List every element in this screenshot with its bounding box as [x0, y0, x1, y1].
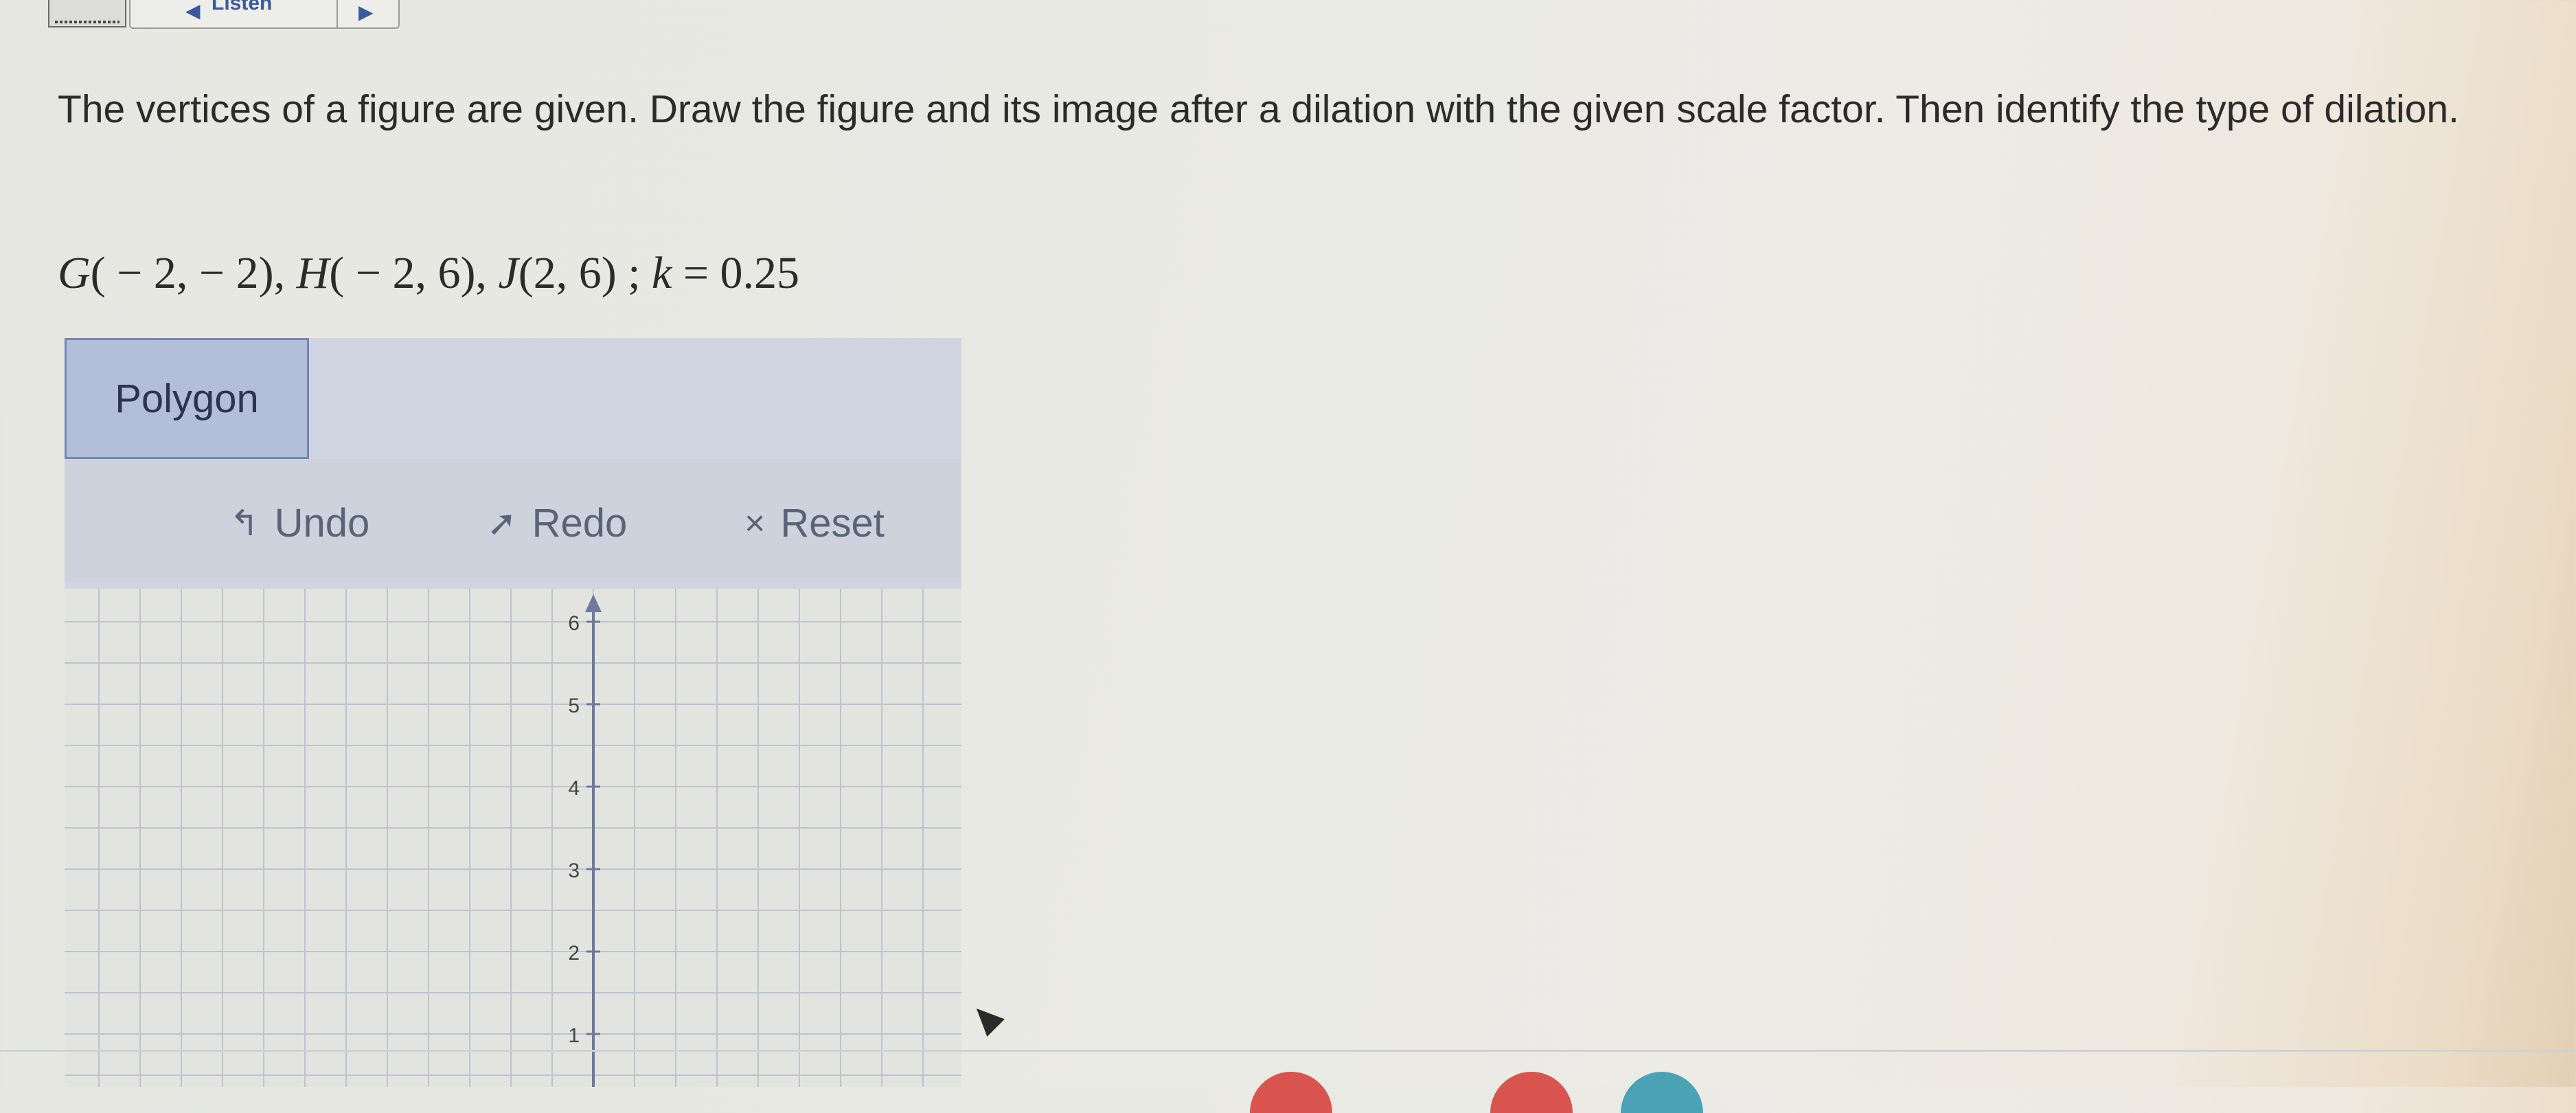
- coordinate-grid[interactable]: 6 5 4 3 2 1: [65, 589, 961, 1087]
- graph-actions-row: ↰ Undo ➚ Redo × Reset: [65, 459, 961, 583]
- mouse-cursor-icon: [968, 1000, 1005, 1037]
- listen-label: Listen: [212, 0, 273, 14]
- y-axis-tick-label: 6: [568, 612, 580, 635]
- speaker-icon: ◀: [185, 0, 201, 21]
- vertex-j-label: J: [498, 248, 518, 298]
- vertex-j-coords: (2, 6) ;: [518, 248, 652, 298]
- toolbar-menu-button[interactable]: [48, 0, 126, 27]
- redo-button[interactable]: ➚ Redo: [487, 500, 627, 546]
- vertex-h-label: H: [296, 248, 330, 298]
- undo-button[interactable]: ↰ Undo: [229, 500, 369, 546]
- reset-label: Reset: [780, 501, 885, 546]
- bottom-red-indicator: [1250, 1072, 1332, 1113]
- graph-tool-panel: Polygon ↰ Undo ➚ Redo × Reset: [65, 338, 961, 589]
- reset-button[interactable]: × Reset: [744, 500, 885, 546]
- question-prompt: The vertices of a figure are given. Draw…: [58, 87, 2459, 131]
- listen-divider: [337, 0, 338, 27]
- y-axis-tick-label: 2: [568, 942, 580, 965]
- y-axis-tick-label: 1: [568, 1024, 580, 1047]
- scale-factor-value: = 0.25: [672, 248, 800, 298]
- y-axis-tick-label: 4: [568, 777, 580, 800]
- polygon-tool-button[interactable]: Polygon: [65, 338, 309, 459]
- undo-label: Undo: [274, 501, 370, 546]
- undo-arrow-icon: ↰: [229, 503, 260, 543]
- redo-label: Redo: [532, 501, 628, 546]
- bottom-teal-indicator: [1621, 1072, 1703, 1113]
- close-icon: ×: [744, 503, 766, 543]
- redo-arrow-icon: ➚: [487, 503, 517, 543]
- top-toolbar: ◀ Listen ▶: [48, 0, 400, 29]
- vertex-h-coords: ( − 2, 6),: [329, 248, 499, 298]
- y-axis-tick-label: 5: [568, 695, 580, 717]
- bottom-divider: [0, 1050, 2576, 1052]
- listen-control[interactable]: ◀ Listen ▶: [129, 0, 400, 29]
- play-icon[interactable]: ▶: [358, 3, 374, 22]
- vertices-equation: G( − 2, − 2), H( − 2, 6), J(2, 6) ; k = …: [58, 247, 799, 300]
- grid-svg[interactable]: 6 5 4 3 2 1: [65, 589, 961, 1087]
- scale-factor-label: k: [652, 248, 672, 298]
- vertex-g-label: G: [58, 248, 91, 298]
- vertex-g-coords: ( − 2, − 2),: [90, 248, 297, 298]
- bottom-red-indicator-2: [1490, 1072, 1573, 1113]
- y-axis-tick-label: 3: [568, 859, 580, 882]
- y-axis-arrow-icon: [585, 594, 602, 612]
